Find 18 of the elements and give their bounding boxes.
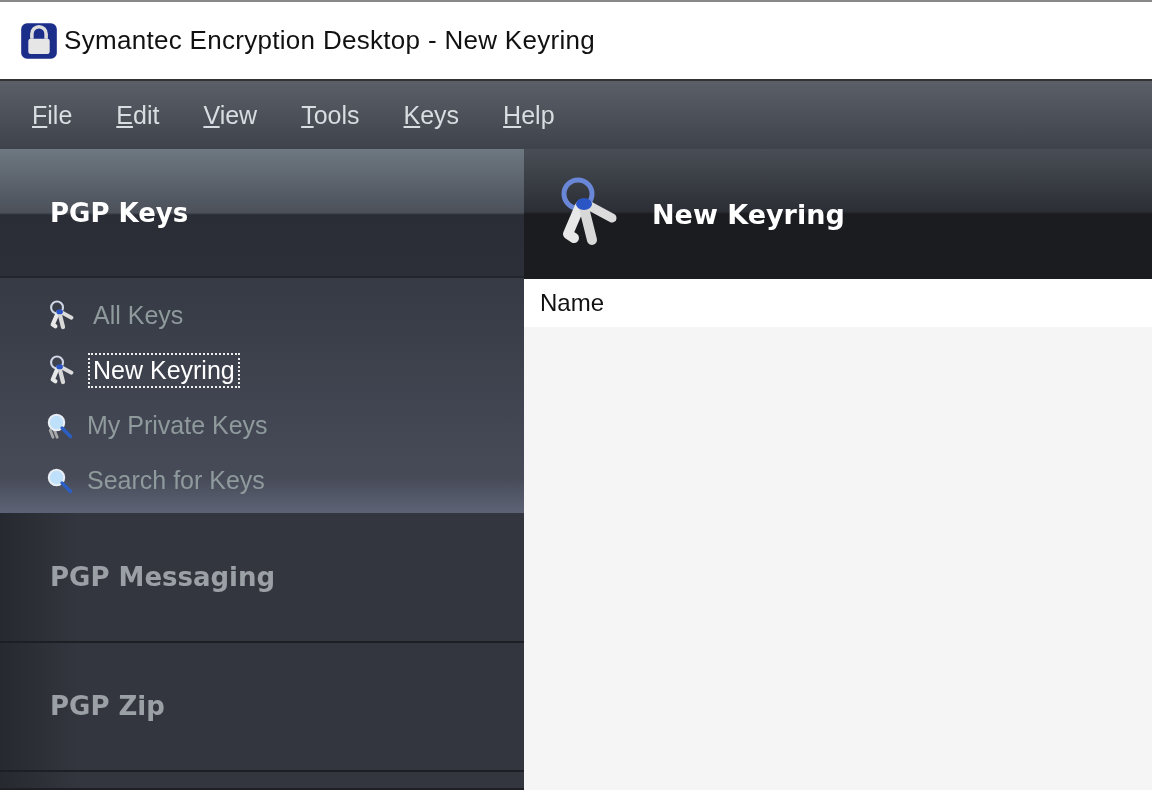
menu-item[interactable]: Keys (403, 100, 460, 130)
section-header[interactable]: PGP Keys (0, 149, 524, 279)
tree-item[interactable]: New Keyring (88, 353, 240, 389)
section-header[interactable]: PGP Messaging (0, 513, 524, 643)
menu-item[interactable]: Tools (301, 100, 360, 130)
tree-item[interactable]: All Keys (88, 298, 189, 334)
magnifier-keys-icon (46, 411, 74, 440)
padlock-icon (20, 21, 58, 60)
tree-item[interactable]: My Private Keys (82, 408, 273, 444)
section-header[interactable]: PGP Zip (0, 642, 524, 773)
menu-item[interactable]: File (32, 100, 73, 130)
window-title: Symantec Encryption Desktop - New Keyring (64, 25, 596, 56)
content-title: New Keyring (652, 198, 845, 230)
menu-item[interactable]: Help (503, 100, 555, 130)
menu-item[interactable]: View (203, 100, 258, 130)
column-header[interactable]: Name (524, 289, 605, 317)
search-icon (46, 466, 74, 495)
menu-item[interactable]: Edit (116, 100, 160, 130)
